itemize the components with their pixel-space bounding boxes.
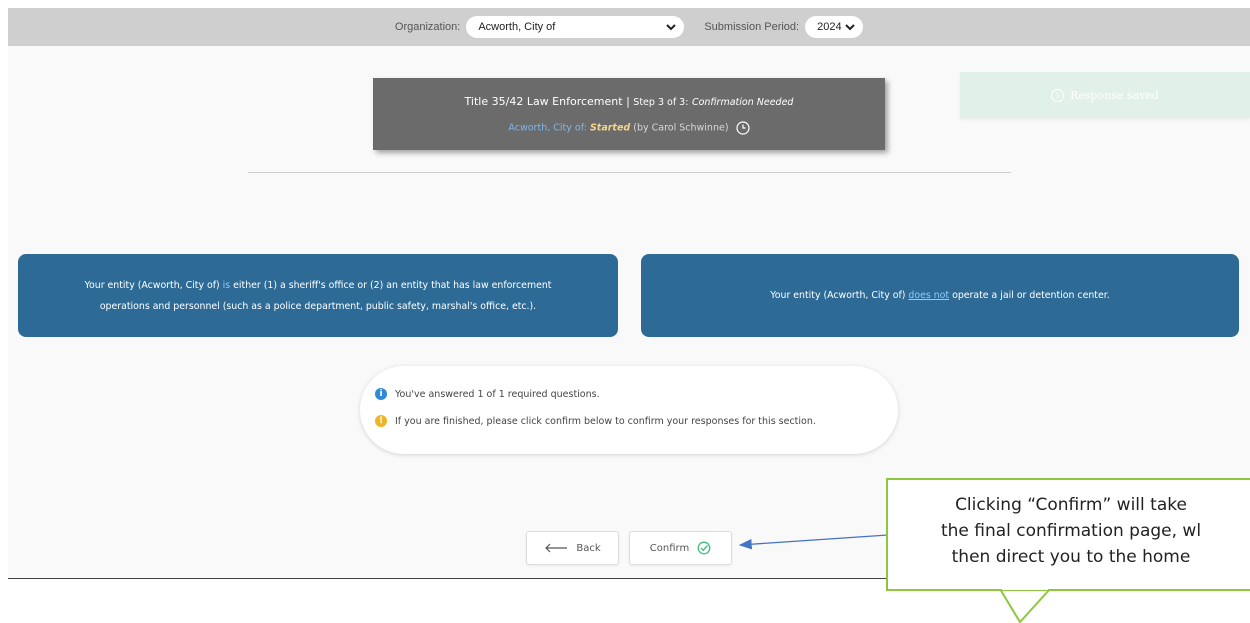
callout-line-1: Clicking “Confirm” will take <box>955 495 1187 515</box>
callout-line-2: the final confirmation page, wl <box>940 521 1202 541</box>
annotation-callout: Clicking “Confirm” will take the final c… <box>886 478 1250 591</box>
callout-tail-join <box>1002 587 1048 590</box>
callout-line-3: then direct you to the home <box>951 547 1191 567</box>
